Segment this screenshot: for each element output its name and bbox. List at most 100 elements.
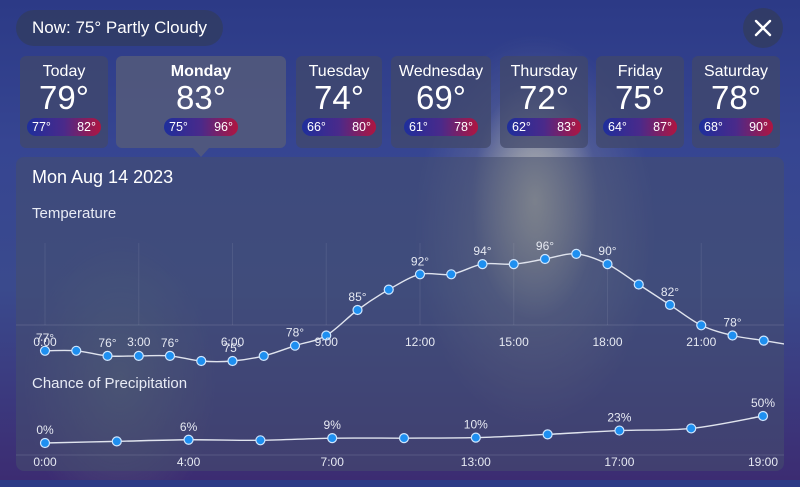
- close-button[interactable]: [743, 8, 783, 48]
- data-point: [446, 269, 457, 280]
- data-point: [71, 345, 82, 356]
- temp-range-bar: 77° 82°: [27, 118, 101, 136]
- data-point: [686, 423, 697, 434]
- data-label: 76°: [98, 336, 116, 350]
- high-temp: 78°: [454, 120, 473, 134]
- data-point: [164, 350, 176, 362]
- data-point: [196, 355, 207, 367]
- x-tick-label: 7:00: [321, 455, 345, 469]
- data-point: [327, 433, 338, 444]
- data-point: [133, 350, 144, 362]
- low-temp: 75°: [169, 120, 188, 134]
- data-point: [227, 355, 238, 367]
- x-tick-label: 6:00: [221, 335, 245, 349]
- data-label: 6%: [180, 420, 198, 434]
- data-point: [542, 429, 553, 440]
- data-point: [539, 253, 551, 265]
- data-label: 9%: [324, 418, 342, 432]
- day-detail-panel: Mon Aug 14 2023 Temperature Chance of Pr…: [16, 157, 784, 471]
- high-temp: 90°: [749, 120, 768, 134]
- temp-range-bar: 61° 78°: [404, 118, 478, 136]
- data-point: [414, 269, 426, 280]
- temp-range-bar: 64° 87°: [603, 118, 677, 136]
- data-label: 78°: [723, 316, 741, 330]
- day-temp: 83°: [176, 79, 226, 116]
- day-tab-saturday[interactable]: Saturday 78° 68° 90°: [692, 56, 780, 148]
- low-temp: 61°: [409, 120, 428, 134]
- x-tick-label: 12:00: [405, 335, 435, 349]
- data-point: [757, 410, 769, 422]
- current-conditions-pill: Now: 75° Partly Cloudy: [16, 10, 223, 46]
- data-label: 82°: [661, 285, 679, 299]
- day-tab-monday[interactable]: Monday 83° 75° 96°: [116, 56, 286, 148]
- data-point: [571, 248, 582, 259]
- data-point: [664, 299, 676, 311]
- selected-day-pointer: [193, 148, 209, 157]
- data-point: [383, 284, 394, 295]
- high-temp: 83°: [557, 120, 576, 134]
- day-temp: 74°: [314, 79, 364, 116]
- data-label: 92°: [411, 254, 429, 268]
- temp-range-bar: 62° 83°: [507, 118, 581, 136]
- data-label: 0%: [36, 423, 54, 437]
- data-point: [183, 434, 194, 445]
- x-tick-label: 13:00: [461, 455, 491, 469]
- data-label: 94°: [473, 244, 491, 258]
- x-tick-label: 17:00: [604, 455, 634, 469]
- data-label: 78°: [286, 326, 304, 340]
- data-point: [508, 258, 519, 270]
- data-point: [352, 304, 363, 316]
- detail-date: Mon Aug 14 2023: [32, 167, 174, 187]
- precipitation-chart: 0% 6% 9% 10% 23% 50% 0:00 4:00 7:00 13:00 17:00 19:…: [16, 397, 784, 469]
- data-point: [470, 432, 481, 443]
- temp-range-bar: 66° 80°: [302, 118, 376, 136]
- x-tick-label: 9:00: [315, 335, 339, 349]
- data-point: [102, 350, 113, 362]
- x-tick-label: 0:00: [33, 455, 57, 469]
- temp-range-bar: 68° 90°: [699, 118, 773, 136]
- data-label: 85°: [348, 290, 366, 304]
- data-point: [602, 258, 613, 270]
- data-label: 96°: [536, 239, 554, 253]
- day-tab-friday[interactable]: Friday 75° 64° 87°: [596, 56, 684, 148]
- data-point: [39, 437, 51, 449]
- day-tab-today[interactable]: Today 79° 77° 82°: [20, 56, 108, 148]
- x-tick-label: 3:00: [127, 335, 151, 349]
- data-point: [398, 433, 410, 444]
- high-temp: 80°: [352, 120, 371, 134]
- x-tick-label: 21:00: [686, 335, 716, 349]
- data-point: [289, 340, 301, 351]
- day-tab-thursday[interactable]: Thursday 72° 62° 83°: [500, 56, 588, 148]
- data-label: 76°: [161, 336, 179, 350]
- low-temp: 62°: [512, 120, 531, 134]
- data-point: [258, 350, 269, 362]
- data-point: [255, 435, 266, 446]
- day-temp: 72°: [519, 79, 569, 116]
- high-temp: 82°: [77, 120, 96, 134]
- data-label: 90°: [598, 244, 616, 258]
- data-point: [696, 320, 707, 331]
- day-tab-wednesday[interactable]: Wednesday 69° 61° 78°: [391, 56, 491, 148]
- data-label: 50%: [751, 397, 775, 410]
- day-temp: 75°: [615, 79, 665, 116]
- data-point: [111, 436, 122, 447]
- low-temp: 77°: [32, 120, 51, 134]
- x-tick-label: 19:00: [748, 455, 778, 469]
- data-point: [633, 279, 644, 290]
- data-label: 23%: [607, 411, 631, 425]
- x-tick-label: 15:00: [499, 335, 529, 349]
- data-point: [614, 425, 625, 436]
- low-temp: 66°: [307, 120, 326, 134]
- x-tick-label: 0:00: [33, 335, 57, 349]
- low-temp: 64°: [608, 120, 627, 134]
- day-temp: 69°: [416, 79, 466, 116]
- high-temp: 87°: [653, 120, 672, 134]
- x-tick-label: 18:00: [592, 335, 622, 349]
- x-tick-label: 4:00: [177, 455, 201, 469]
- data-point: [727, 330, 738, 341]
- close-icon: [754, 19, 772, 37]
- day-temp: 78°: [711, 79, 761, 116]
- data-point: [477, 258, 488, 270]
- day-tab-tuesday[interactable]: Tuesday 74° 66° 80°: [296, 56, 382, 148]
- data-point: [758, 335, 769, 346]
